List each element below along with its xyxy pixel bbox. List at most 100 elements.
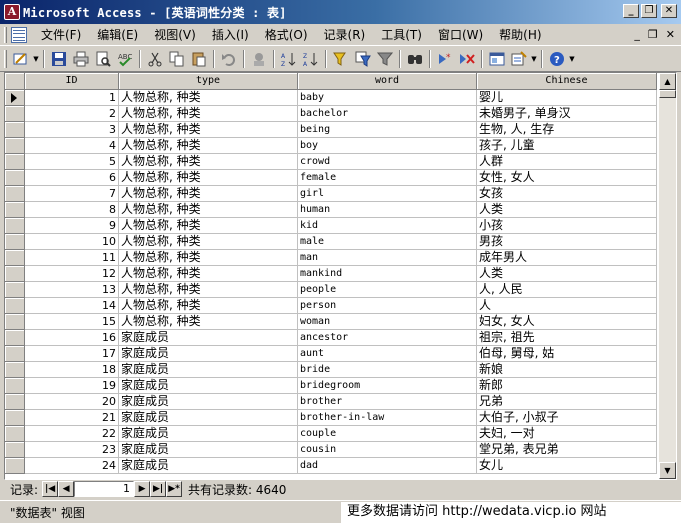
table-row[interactable]: 9 人物总称, 种类 kid 小孩 [5,218,657,234]
menu-window[interactable]: 窗口(W) [430,26,491,43]
cell-id[interactable]: 14 [25,298,119,314]
help-icon[interactable]: ? [547,49,567,69]
scroll-thumb[interactable] [659,90,676,98]
apply-filter-icon[interactable] [375,49,395,69]
cell-id[interactable]: 21 [25,410,119,426]
cell-chinese[interactable]: 大伯子, 小叔子 [477,410,657,426]
cell-type[interactable]: 人物总称, 种类 [119,122,298,138]
cell-id[interactable]: 7 [25,186,119,202]
column-header-word[interactable]: word [298,73,477,90]
database-window-icon[interactable] [487,49,507,69]
new-record-button[interactable]: ▶* [166,481,183,497]
column-header-type[interactable]: type [119,73,298,90]
cell-id[interactable]: 24 [25,458,119,474]
menu-tools[interactable]: 工具(T) [373,26,430,43]
cell-chinese[interactable]: 妇女, 女人 [477,314,657,330]
current-record-field[interactable]: 1 [74,481,135,497]
menu-insert[interactable]: 插入(I) [204,26,257,43]
cell-chinese[interactable]: 未婚男子, 单身汉 [477,106,657,122]
cell-id[interactable]: 11 [25,250,119,266]
row-selector[interactable] [5,346,25,362]
table-row[interactable]: 13 人物总称, 种类 people 人, 人民 [5,282,657,298]
cell-type[interactable]: 人物总称, 种类 [119,186,298,202]
cell-type[interactable]: 家庭成员 [119,362,298,378]
select-all-corner[interactable] [5,73,25,90]
menu-grip[interactable] [4,26,7,43]
cell-chinese[interactable]: 堂兄弟, 表兄弟 [477,442,657,458]
row-selector[interactable] [5,154,25,170]
table-row[interactable]: 4 人物总称, 种类 boy 孩子, 儿童 [5,138,657,154]
last-record-button[interactable]: ▶| [150,481,167,497]
cell-chinese[interactable]: 女儿 [477,458,657,474]
row-selector[interactable] [5,282,25,298]
cell-word[interactable]: cousin [298,442,477,458]
cell-type[interactable]: 人物总称, 种类 [119,298,298,314]
row-selector[interactable] [5,458,25,474]
cell-word[interactable]: bachelor [298,106,477,122]
sort-descending-icon[interactable]: ZA [301,49,321,69]
cell-id[interactable]: 22 [25,426,119,442]
cell-id[interactable]: 9 [25,218,119,234]
new-record-icon[interactable]: * [435,49,455,69]
row-selector[interactable] [5,394,25,410]
table-row[interactable]: 21 家庭成员 brother-in-law 大伯子, 小叔子 [5,410,657,426]
cell-id[interactable]: 1 [25,90,119,106]
cell-word[interactable]: people [298,282,477,298]
table-row[interactable]: 6 人物总称, 种类 female 女性, 女人 [5,170,657,186]
cell-type[interactable]: 家庭成员 [119,442,298,458]
column-header-chinese[interactable]: Chinese [477,73,657,90]
table-row[interactable]: 23 家庭成员 cousin 堂兄弟, 表兄弟 [5,442,657,458]
view-icon[interactable] [11,49,31,69]
delete-record-icon[interactable] [457,49,477,69]
view-dropdown-icon[interactable]: ▼ [32,55,40,63]
doc-restore-button[interactable]: ❐ [648,28,658,41]
row-selector[interactable] [5,202,25,218]
row-selector[interactable] [5,250,25,266]
cell-type[interactable]: 人物总称, 种类 [119,90,298,106]
cell-type[interactable]: 家庭成员 [119,378,298,394]
table-row[interactable]: 14 人物总称, 种类 person 人 [5,298,657,314]
cell-type[interactable]: 家庭成员 [119,426,298,442]
row-selector[interactable] [5,138,25,154]
cell-id[interactable]: 13 [25,282,119,298]
row-selector[interactable] [5,122,25,138]
table-row[interactable]: 16 家庭成员 ancestor 祖宗, 祖先 [5,330,657,346]
restore-button[interactable]: ❐ [641,4,657,18]
next-record-button[interactable]: ▶ [134,481,151,497]
cell-chinese[interactable]: 小孩 [477,218,657,234]
cell-chinese[interactable]: 婴儿 [477,90,657,106]
cell-chinese[interactable]: 新娘 [477,362,657,378]
scroll-down-button[interactable]: ▼ [659,462,676,479]
cell-word[interactable]: brother-in-law [298,410,477,426]
row-selector[interactable] [5,266,25,282]
table-row[interactable]: 19 家庭成员 bridegroom 新郎 [5,378,657,394]
row-selector[interactable] [5,442,25,458]
menu-file[interactable]: 文件(F) [33,26,89,43]
cell-type[interactable]: 家庭成员 [119,458,298,474]
cell-type[interactable]: 家庭成员 [119,346,298,362]
cell-id[interactable]: 4 [25,138,119,154]
save-icon[interactable] [49,49,69,69]
cell-chinese[interactable]: 人类 [477,266,657,282]
cell-chinese[interactable]: 新郎 [477,378,657,394]
doc-minimize-button[interactable]: _ [634,28,640,41]
cell-id[interactable]: 3 [25,122,119,138]
table-row[interactable]: 11 人物总称, 种类 man 成年男人 [5,250,657,266]
toolbar-options-icon[interactable]: ▼ [568,55,576,63]
print-icon[interactable] [71,49,91,69]
cell-chinese[interactable]: 生物, 人, 生存 [477,122,657,138]
print-preview-icon[interactable] [93,49,113,69]
cell-word[interactable]: dad [298,458,477,474]
menu-records[interactable]: 记录(R) [316,26,374,43]
cell-chinese[interactable]: 兄弟 [477,394,657,410]
new-object-icon[interactable] [509,49,529,69]
cell-id[interactable]: 16 [25,330,119,346]
table-row[interactable]: 7 人物总称, 种类 girl 女孩 [5,186,657,202]
cell-word[interactable]: female [298,170,477,186]
cell-word[interactable]: baby [298,90,477,106]
cell-word[interactable]: being [298,122,477,138]
cell-id[interactable]: 12 [25,266,119,282]
menu-edit[interactable]: 编辑(E) [89,26,146,43]
cell-id[interactable]: 20 [25,394,119,410]
previous-record-button[interactable]: ◀ [58,481,75,497]
